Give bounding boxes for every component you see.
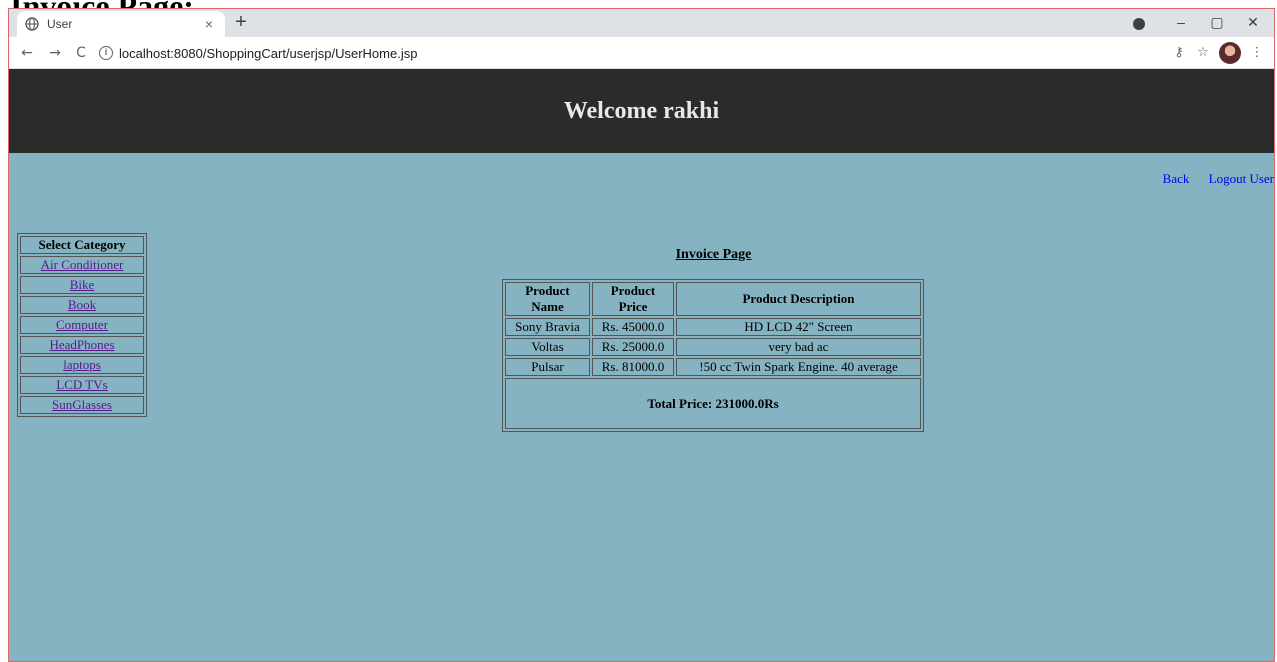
back-link[interactable]: Back: [1163, 171, 1190, 186]
category-link-laptops[interactable]: laptops: [63, 357, 101, 372]
maximize-button[interactable]: ▢: [1205, 12, 1229, 32]
menu-icon[interactable]: ⋮: [1247, 43, 1267, 63]
info-icon[interactable]: i: [99, 46, 113, 60]
product-name-cell: Pulsar: [505, 358, 590, 376]
new-tab-button[interactable]: +: [231, 12, 251, 33]
address-bar[interactable]: i localhost:8080/ShoppingCart/userjsp/Us…: [99, 41, 1209, 65]
reload-icon[interactable]: C: [71, 43, 91, 63]
top-links: Back Logout User: [1147, 171, 1274, 187]
product-name-cell: Sony Bravia: [505, 318, 590, 336]
product-price-cell: Rs. 45000.0: [592, 318, 674, 336]
browser-tab[interactable]: User ×: [17, 11, 225, 37]
extension-icon[interactable]: [1133, 18, 1145, 30]
tab-strip: User × + – ▢ ✕: [9, 9, 1274, 37]
product-description-cell: HD LCD 42" Screen: [676, 318, 921, 336]
product-description-cell: very bad ac: [676, 338, 921, 356]
url-text: localhost:8080/ShoppingCart/userjsp/User…: [119, 45, 418, 61]
category-link-book[interactable]: Book: [68, 297, 96, 312]
category-cell: Book: [20, 296, 144, 314]
category-cell: Bike: [20, 276, 144, 294]
total-price: Total Price: 231000.0Rs: [505, 378, 921, 429]
document-heading: Invoice Page:: [10, 0, 194, 8]
browser-toolbar: ← → C i localhost:8080/ShoppingCart/user…: [9, 37, 1274, 69]
back-arrow-icon[interactable]: ←: [17, 43, 37, 63]
invoice-title: Invoice Page: [675, 247, 752, 262]
product-description-cell: !50 cc Twin Spark Engine. 40 average: [676, 358, 921, 376]
key-icon[interactable]: ⚷: [1169, 43, 1189, 63]
avatar[interactable]: [1219, 42, 1241, 64]
tab-title: User: [47, 17, 73, 31]
product-price-cell: Rs. 25000.0: [592, 338, 674, 356]
column-header-product-price: Product Price: [592, 282, 674, 316]
invoice-table: Product Name Product Price Product Descr…: [502, 279, 924, 432]
category-cell: HeadPhones: [20, 336, 144, 354]
category-cell: LCD TVs: [20, 376, 144, 394]
window-close-button[interactable]: ✕: [1241, 12, 1265, 32]
table-row: Voltas Rs. 25000.0 very bad ac: [505, 338, 921, 356]
forward-arrow-icon[interactable]: →: [45, 43, 65, 63]
minimize-button[interactable]: –: [1169, 12, 1193, 32]
category-cell: laptops: [20, 356, 144, 374]
tab-close-icon[interactable]: ×: [201, 16, 217, 32]
globe-icon: [25, 17, 39, 31]
column-header-product-description: Product Description: [676, 282, 921, 316]
product-price-cell: Rs. 81000.0: [592, 358, 674, 376]
product-name-cell: Voltas: [505, 338, 590, 356]
page-content: Welcome rakhi Back Logout User Select Ca…: [9, 69, 1274, 661]
table-row: Sony Bravia Rs. 45000.0 HD LCD 42" Scree…: [505, 318, 921, 336]
category-link-computer[interactable]: Computer: [56, 317, 108, 332]
column-header-product-name: Product Name: [505, 282, 590, 316]
table-row: Pulsar Rs. 81000.0 !50 cc Twin Spark Eng…: [505, 358, 921, 376]
category-link-bike[interactable]: Bike: [70, 277, 95, 292]
category-link-lcd-tvs[interactable]: LCD TVs: [56, 377, 107, 392]
star-icon[interactable]: ☆: [1193, 43, 1213, 63]
category-cell: Computer: [20, 316, 144, 334]
category-cell: SunGlasses: [20, 396, 144, 414]
logout-link[interactable]: Logout User: [1209, 171, 1274, 186]
browser-window: User × + – ▢ ✕ ← → C i localhost:8080/Sh…: [8, 8, 1275, 662]
page-title: Welcome rakhi: [563, 97, 720, 124]
category-link-headphones[interactable]: HeadPhones: [50, 337, 115, 352]
header-banner: Welcome rakhi: [9, 69, 1274, 153]
category-link-sunglasses[interactable]: SunGlasses: [52, 397, 112, 412]
